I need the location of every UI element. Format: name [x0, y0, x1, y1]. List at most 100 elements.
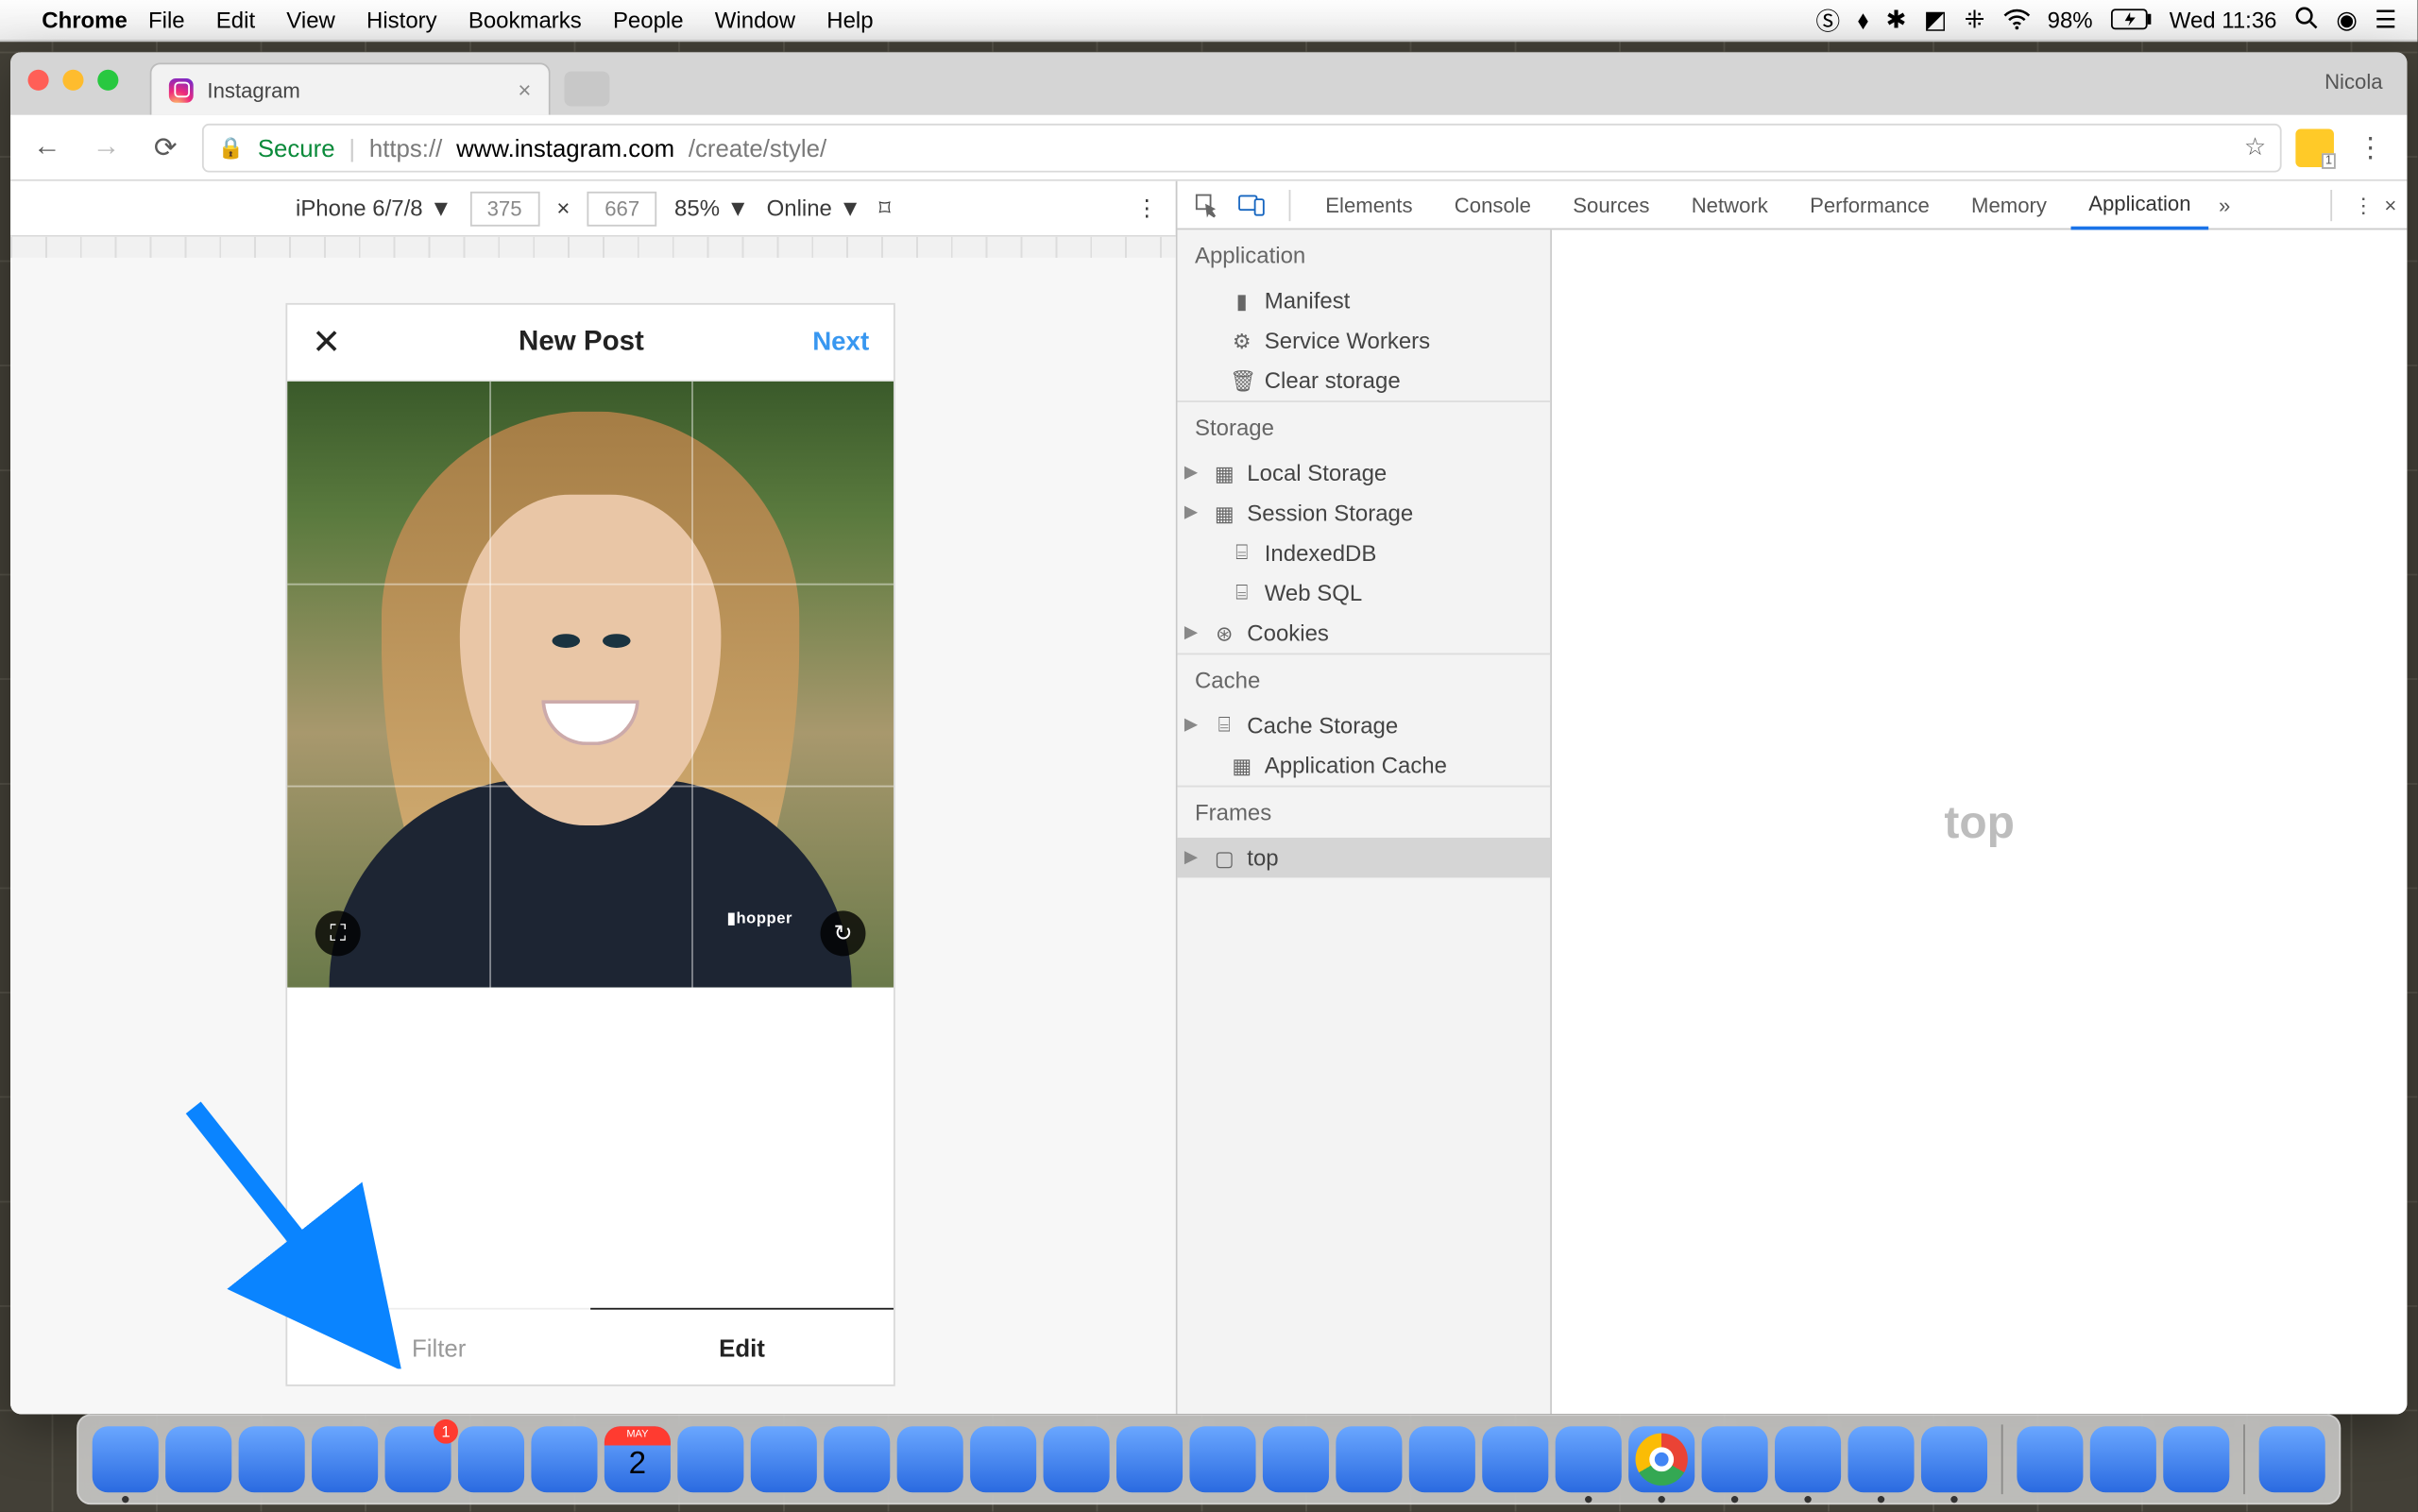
browser-tab[interactable]: Instagram ×	[150, 62, 551, 114]
menu-view[interactable]: View	[286, 7, 335, 33]
tab-edit[interactable]: Edit	[590, 1308, 894, 1385]
extension-icon[interactable]	[2295, 128, 2334, 167]
sidebar-item-top-frame[interactable]: ▶▢top	[1178, 838, 1551, 877]
dock-minimized-window[interactable]	[2017, 1426, 2083, 1492]
close-icon[interactable]: ✕	[312, 320, 350, 364]
devtools-close-icon[interactable]: ×	[2384, 193, 2396, 217]
devtools-tab-console[interactable]: Console	[1437, 181, 1548, 229]
photo-preview[interactable]: ▮hopper ⛶ ↻	[287, 382, 894, 988]
viewport-height-input[interactable]	[587, 191, 657, 226]
devtools-tab-elements[interactable]: Elements	[1308, 181, 1430, 229]
devtools-more-tabs-icon[interactable]: »	[2219, 193, 2230, 217]
device-select[interactable]: iPhone 6/7/8 ▼	[296, 195, 452, 222]
sidebar-item-service-workers[interactable]: ⚙Service Workers	[1178, 320, 1551, 360]
address-bar[interactable]: 🔒 Secure | https://www.instagram.com/cre…	[202, 123, 2282, 172]
dock-app-maps[interactable]	[751, 1426, 817, 1492]
sidebar-item-local-storage[interactable]: ▶▦Local Storage	[1178, 452, 1551, 492]
dock-app-mail[interactable]	[458, 1426, 524, 1492]
chrome-menu-button[interactable]: ⋮	[2348, 125, 2393, 170]
reload-button[interactable]: ⟳	[143, 125, 188, 170]
sidebar-item-clear-storage[interactable]: 🗑Clear storage	[1178, 361, 1551, 400]
dock-app-keynote[interactable]	[1116, 1426, 1183, 1492]
menu-edit[interactable]: Edit	[216, 7, 255, 33]
window-zoom-button[interactable]	[97, 70, 118, 91]
dock-app-finder[interactable]	[93, 1426, 159, 1492]
dock-app-word[interactable]	[1263, 1426, 1329, 1492]
dock-app-notes[interactable]	[677, 1426, 743, 1492]
sidebar-item-manifest[interactable]: ▮Manifest	[1178, 280, 1551, 320]
dock-app-safari[interactable]	[312, 1426, 378, 1492]
devtools-tab-sources[interactable]: Sources	[1556, 181, 1667, 229]
viewport-width-input[interactable]	[469, 191, 539, 226]
siri-menubar-icon[interactable]: ◉	[2336, 6, 2358, 35]
window-minimize-button[interactable]	[62, 70, 83, 91]
devtools-tab-application[interactable]: Application	[2071, 180, 2208, 229]
dock-app-itunes[interactable]	[1336, 1426, 1402, 1492]
battery-icon[interactable]	[2110, 6, 2152, 34]
expand-crop-icon[interactable]: ⛶	[315, 910, 361, 956]
dock-app-sublime[interactable]	[1556, 1426, 1622, 1492]
menu-help[interactable]: Help	[826, 7, 873, 33]
dock-trash[interactable]	[2259, 1426, 2325, 1492]
wifi-menubar-icon[interactable]	[2002, 6, 2031, 34]
bluetooth-menubar-icon[interactable]: ⁜	[1965, 6, 1985, 35]
dock-app-spotify[interactable]	[1702, 1426, 1768, 1492]
spotlight-icon[interactable]	[2294, 6, 2319, 35]
tab-close-button[interactable]: ×	[518, 76, 531, 103]
dock-app-facetime[interactable]	[1044, 1426, 1110, 1492]
devtools-tab-performance[interactable]: Performance	[1793, 181, 1948, 229]
dock-app-chrome[interactable]	[1628, 1426, 1694, 1492]
menu-people[interactable]: People	[613, 7, 684, 33]
dock-app-whatsapp[interactable]	[1848, 1426, 1914, 1492]
next-button[interactable]: Next	[812, 328, 869, 357]
bookmark-star-icon[interactable]: ☆	[2244, 132, 2266, 161]
rotate-photo-icon[interactable]: ↻	[821, 910, 866, 956]
window-close-button[interactable]	[28, 70, 49, 91]
inspect-element-icon[interactable]	[1188, 193, 1227, 217]
menu-file[interactable]: File	[148, 7, 185, 33]
tab-filter[interactable]: Filter	[287, 1310, 590, 1385]
dock-app-calendar[interactable]: MAY2	[604, 1426, 671, 1492]
rotate-device-icon[interactable]: ⌑	[878, 195, 890, 223]
dock-app-launchpad[interactable]	[239, 1426, 305, 1492]
sidebar-item-app-cache[interactable]: ▦Application Cache	[1178, 745, 1551, 785]
dock-app-numbers[interactable]	[1189, 1426, 1255, 1492]
dock-app-appstore[interactable]: 1	[385, 1426, 451, 1492]
sidebar-item-cookies[interactable]: ▶⊛Cookies	[1178, 613, 1551, 653]
devtools-settings-icon[interactable]: ⋮	[2353, 193, 2374, 217]
notification-center-icon[interactable]: ☰	[2375, 6, 2396, 35]
devtools-tab-network[interactable]: Network	[1674, 181, 1785, 229]
dock-app-photos[interactable]	[897, 1426, 963, 1492]
throttle-select[interactable]: Online ▼	[767, 195, 861, 222]
menu-window[interactable]: Window	[715, 7, 795, 33]
new-tab-button[interactable]	[564, 72, 609, 107]
back-button[interactable]: ←	[25, 125, 70, 170]
menu-bookmarks[interactable]: Bookmarks	[468, 7, 582, 33]
dock-app-skype[interactable]	[1921, 1426, 1987, 1492]
skype-menubar-icon[interactable]: Ⓢ	[1815, 3, 1840, 38]
dock-app-ibooks[interactable]	[1409, 1426, 1475, 1492]
menubar-app-name[interactable]: Chrome	[42, 7, 128, 33]
dock-app-siri[interactable]	[165, 1426, 231, 1492]
evernote-menubar-icon[interactable]: ✱	[1886, 6, 1907, 35]
zoom-select[interactable]: 85% ▼	[674, 195, 749, 222]
sidebar-item-cache-storage[interactable]: ▶⌸Cache Storage	[1178, 705, 1551, 745]
sidebar-item-session-storage[interactable]: ▶▦Session Storage	[1178, 493, 1551, 533]
toggle-device-icon[interactable]	[1234, 193, 1272, 217]
menu-history[interactable]: History	[366, 7, 437, 33]
dock-app-messages[interactable]	[970, 1426, 1036, 1492]
sidebar-item-websql[interactable]: ⌸Web SQL	[1178, 573, 1551, 613]
adrive-menubar-icon[interactable]: ◩	[1924, 6, 1947, 35]
forward-button[interactable]: →	[84, 125, 129, 170]
sidebar-item-indexeddb[interactable]: ⌸IndexedDB	[1178, 533, 1551, 572]
dropbox-menubar-icon[interactable]: ⬧	[1858, 6, 1869, 35]
dock-minimized-window[interactable]	[2090, 1426, 2156, 1492]
dock-app-sysprefs[interactable]	[1482, 1426, 1548, 1492]
devtools-tab-memory[interactable]: Memory	[1954, 181, 2065, 229]
dock-minimized-window[interactable]	[2163, 1426, 2229, 1492]
dock-app-photobooth[interactable]	[824, 1426, 890, 1492]
dock-app-evernote[interactable]	[1775, 1426, 1841, 1492]
menubar-clock[interactable]: Wed 11:36	[2170, 7, 2277, 33]
dock-app-contacts[interactable]	[531, 1426, 597, 1492]
device-bar-menu[interactable]: ⋮	[1135, 195, 1158, 223]
